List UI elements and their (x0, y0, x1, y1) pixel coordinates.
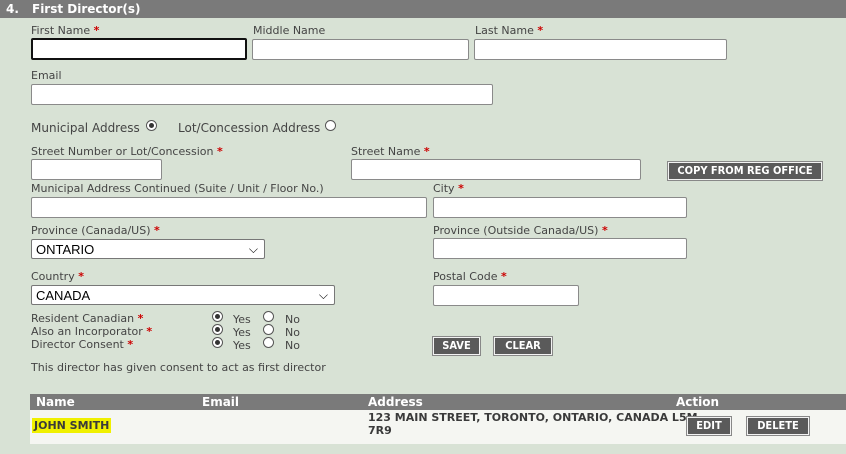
country-value: CANADA (36, 288, 91, 303)
province-outside-label: Province (Outside Canada/US) * (433, 224, 608, 237)
first-name-label: First Name * (31, 24, 100, 37)
directors-table-header: Name Email Address Action (30, 394, 846, 410)
consent-note: This director has given consent to act a… (31, 361, 326, 374)
consent-yes-radio[interactable] (212, 337, 223, 348)
city-input[interactable] (433, 197, 687, 218)
province-outside-input[interactable] (433, 238, 687, 259)
first-name-input[interactable] (31, 38, 247, 60)
resident-no-radio[interactable] (263, 311, 274, 322)
director-name: JOHN SMITH (32, 418, 112, 433)
lot-concession-label: Lot/Concession Address (178, 121, 321, 135)
incorporator-yes-label: Yes (233, 326, 251, 339)
email-label: Email (31, 69, 62, 82)
resident-no-label: No (285, 313, 300, 326)
country-label: Country * (31, 270, 84, 283)
incorporator-yes-radio[interactable] (212, 324, 223, 335)
middle-name-input[interactable] (252, 39, 469, 60)
email-input[interactable] (31, 84, 493, 105)
consent-no-radio[interactable] (263, 337, 274, 348)
incorporator-no-radio[interactable] (263, 324, 274, 335)
edit-button[interactable]: EDIT (687, 417, 731, 435)
street-number-label: Street Number or Lot/Concession * (31, 145, 223, 158)
province-select[interactable]: ONTARIO ⌵ (31, 239, 265, 259)
street-name-label: Street Name * (351, 145, 430, 158)
street-number-input[interactable] (31, 159, 162, 180)
section-header: 4. First Director(s) (0, 0, 846, 18)
col-email-header: Email (202, 395, 240, 409)
postal-code-label: Postal Code * (433, 270, 507, 283)
director-address: 123 MAIN STREET, TORONTO, ONTARIO, CANAD… (368, 411, 698, 437)
municipal-address-label: Municipal Address (31, 121, 140, 135)
clear-button[interactable]: CLEAR (494, 337, 552, 355)
copy-from-reg-office-button[interactable]: COPY FROM REG OFFICE (668, 162, 822, 180)
col-action-header: Action (676, 395, 720, 409)
address-continued-input[interactable] (31, 197, 427, 218)
section-title: First Director(s) (32, 2, 141, 16)
save-button[interactable]: SAVE (433, 337, 480, 355)
consent-yes-label: Yes (233, 339, 251, 352)
consent-no-label: No (285, 339, 300, 352)
resident-yes-label: Yes (233, 313, 251, 326)
middle-name-label: Middle Name (253, 24, 326, 37)
street-name-input[interactable] (351, 159, 641, 180)
province-value: ONTARIO (36, 242, 95, 257)
incorporator-label: Also an Incorporator * (31, 325, 153, 338)
resident-canadian-label: Resident Canadian * (31, 312, 144, 325)
delete-button[interactable]: DELETE (747, 417, 809, 435)
chevron-down-icon: ⌵ (318, 288, 328, 302)
province-label: Province (Canada/US) * (31, 224, 160, 237)
last-name-label: Last Name * (475, 24, 544, 37)
postal-code-input[interactable] (433, 285, 579, 306)
address-continued-label: Municipal Address Continued (Suite / Uni… (31, 182, 324, 195)
country-select[interactable]: CANADA ⌵ (31, 285, 335, 305)
col-address-header: Address (368, 395, 423, 409)
chevron-down-icon: ⌵ (248, 242, 258, 256)
incorporator-no-label: No (285, 326, 300, 339)
col-name-header: Name (36, 395, 75, 409)
last-name-input[interactable] (474, 39, 727, 60)
resident-yes-radio[interactable] (212, 311, 223, 322)
section-number: 4. (6, 2, 19, 16)
city-label: City * (433, 182, 464, 195)
director-consent-label: Director Consent * (31, 338, 134, 351)
municipal-address-radio[interactable] (146, 120, 157, 131)
lot-concession-radio[interactable] (325, 120, 336, 131)
